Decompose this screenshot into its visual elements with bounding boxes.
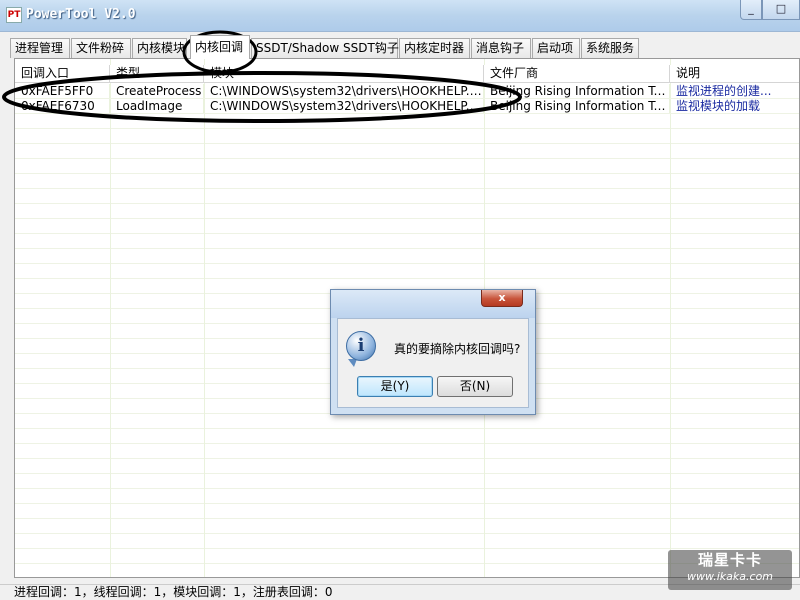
cell-type: CreateProcess	[110, 84, 204, 98]
info-icon: i	[346, 331, 376, 361]
cell-vendor: Beijing Rising Information Tec...	[484, 99, 670, 113]
table-row[interactable]: 0xFAEF5FF0 CreateProcess C:\WINDOWS\syst…	[15, 84, 799, 99]
tab-system-services[interactable]: 系统服务	[581, 38, 639, 58]
column-divider	[204, 59, 205, 577]
tab-file-shredder[interactable]: 文件粉碎	[71, 38, 131, 58]
watermark: 瑞星卡卡 www.ikaka.com	[668, 550, 792, 590]
watermark-brand: 瑞星卡卡	[697, 551, 762, 569]
app-icon: PT	[6, 7, 22, 23]
dialog-title-bar: x	[331, 290, 535, 318]
title-bar: PT PowerTool V2.0 _ □	[0, 0, 800, 32]
column-header-entry[interactable]: 回调入口	[15, 65, 110, 83]
column-divider	[670, 59, 671, 577]
column-header-description[interactable]: 说明	[670, 65, 799, 83]
watermark-url: www.ikaka.com	[686, 570, 774, 583]
cell-description: 监视模块的加载	[670, 99, 799, 113]
tab-bar: 进程管理 文件粉碎 内核模块 内核回调 SSDT/Shadow SSDT钩子 内…	[0, 32, 800, 59]
tab-kernel-callbacks[interactable]: 内核回调	[190, 35, 250, 59]
dialog-body: i 真的要摘除内核回调吗? 是(Y) 否(N)	[337, 318, 529, 408]
tab-startup-items[interactable]: 启动项	[532, 38, 580, 58]
list-header: 回调入口 类型 模块 文件厂商 说明	[15, 65, 799, 83]
cell-module: C:\WINDOWS\system32\drivers\HOOKHELP.sys	[204, 84, 484, 98]
cell-vendor: Beijing Rising Information Tec...	[484, 84, 670, 98]
confirm-dialog: x i 真的要摘除内核回调吗? 是(Y) 否(N)	[330, 289, 536, 415]
tab-message-hooks[interactable]: 消息钩子	[471, 38, 531, 58]
dialog-message: 真的要摘除内核回调吗?	[394, 342, 521, 356]
column-divider	[110, 59, 111, 577]
dialog-close-button[interactable]: x	[481, 290, 523, 307]
cell-module: C:\WINDOWS\system32\drivers\HOOKHELP.sys	[204, 99, 484, 113]
list-rows: 0xFAEF5FF0 CreateProcess C:\WINDOWS\syst…	[15, 84, 799, 114]
cell-entry: 0xFAEF5FF0	[15, 84, 110, 98]
maximize-button[interactable]: □	[762, 0, 800, 20]
yes-button[interactable]: 是(Y)	[357, 376, 433, 397]
tab-kernel-modules[interactable]: 内核模块	[132, 38, 187, 58]
column-header-type[interactable]: 类型	[110, 65, 204, 83]
table-row[interactable]: 0xFAEF6730 LoadImage C:\WINDOWS\system32…	[15, 99, 799, 114]
tab-process-manager[interactable]: 进程管理	[10, 38, 70, 58]
cell-type: LoadImage	[110, 99, 204, 113]
cell-description: 监视进程的创建...	[670, 84, 799, 98]
cell-entry: 0xFAEF6730	[15, 99, 110, 113]
tab-kernel-timers[interactable]: 内核定时器	[399, 38, 470, 58]
no-button[interactable]: 否(N)	[437, 376, 513, 397]
minimize-button[interactable]: _	[740, 0, 762, 20]
window-title: PowerTool V2.0	[26, 7, 136, 22]
column-header-vendor[interactable]: 文件厂商	[484, 65, 670, 83]
column-header-module[interactable]: 模块	[204, 65, 484, 83]
tab-ssdt-hooks[interactable]: SSDT/Shadow SSDT钩子	[251, 38, 399, 58]
